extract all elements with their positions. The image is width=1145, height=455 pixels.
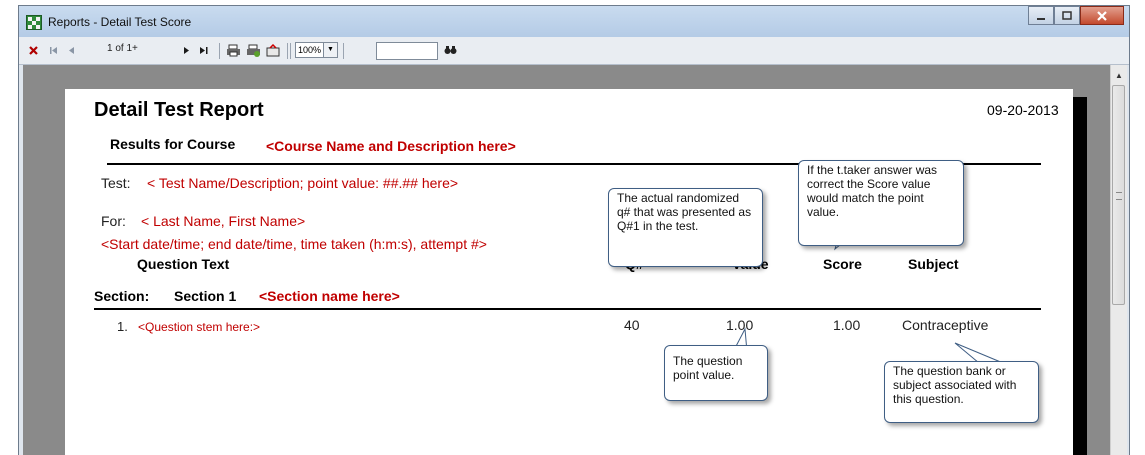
page-indicator: 1 of 1+: [107, 43, 138, 54]
callout-subject: The question bank or subject associated …: [884, 361, 1039, 423]
callout-qnum: The actual randomized q# that was presen…: [608, 188, 763, 267]
print-setup-icon[interactable]: [246, 44, 261, 57]
window-title: Reports - Detail Test Score: [48, 15, 192, 29]
scroll-up-icon[interactable]: ▲: [1115, 71, 1123, 80]
vertical-scrollbar[interactable]: ▲: [1110, 65, 1127, 455]
title-bar: Reports - Detail Test Score: [19, 6, 1129, 37]
chevron-down-icon[interactable]: ▼: [323, 43, 337, 57]
app-icon: [26, 15, 42, 30]
callout-value: The question point value.: [664, 345, 768, 401]
maximize-button[interactable]: [1054, 6, 1080, 25]
zoom-select[interactable]: 100% ▼: [295, 42, 338, 58]
previous-page-icon[interactable]: [68, 46, 76, 55]
print-icon[interactable]: [226, 44, 241, 57]
binoculars-icon[interactable]: [444, 45, 457, 55]
export-icon[interactable]: [266, 44, 281, 57]
report-window: Reports - Detail Test Score 1 of 1+ 100%: [18, 5, 1130, 455]
first-page-icon[interactable]: [49, 46, 59, 55]
stop-icon[interactable]: [28, 45, 39, 56]
maximize-icon: [1062, 10, 1072, 20]
report-viewer: Detail Test Report 09-20-2013 Results fo…: [23, 65, 1110, 455]
minimize-icon: [1037, 17, 1045, 20]
close-button[interactable]: [1080, 6, 1124, 25]
minimize-button[interactable]: [1028, 6, 1054, 25]
close-icon: [1097, 10, 1107, 21]
next-page-icon[interactable]: [182, 46, 190, 55]
zoom-value: 100%: [298, 45, 322, 55]
callout-score: If the t.taker answer was correct the Sc…: [798, 160, 964, 246]
search-input[interactable]: [376, 42, 438, 60]
scroll-thumb[interactable]: [1112, 85, 1125, 305]
last-page-icon[interactable]: [199, 46, 209, 55]
report-toolbar: 1 of 1+ 100% ▼: [19, 37, 1129, 65]
